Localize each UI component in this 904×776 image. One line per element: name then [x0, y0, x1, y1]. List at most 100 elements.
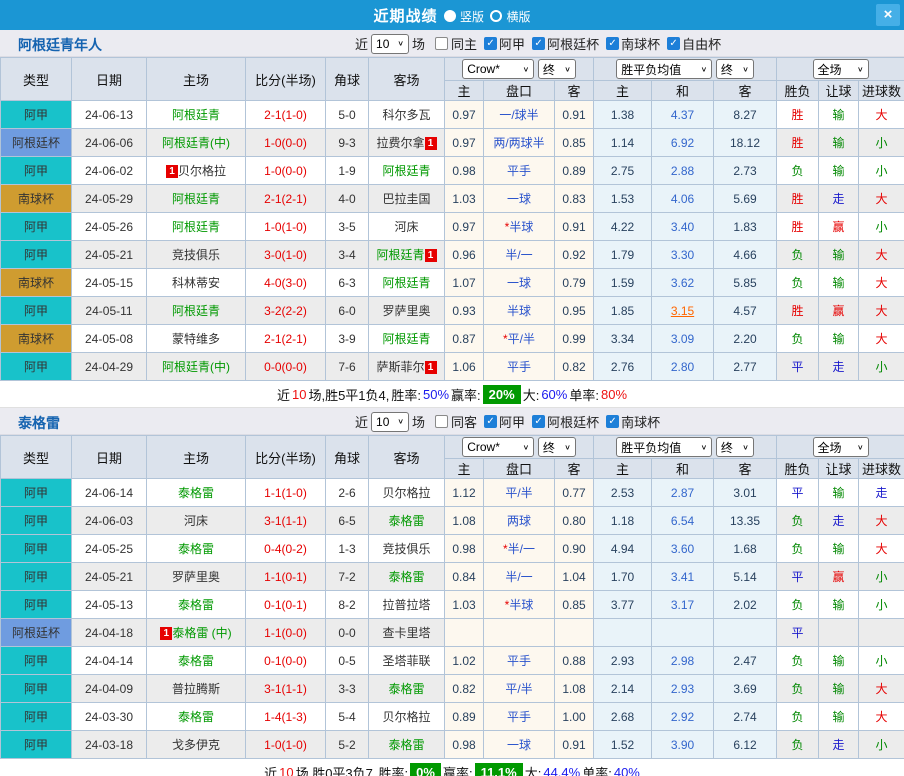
away-team: 泰格雷 [369, 563, 445, 591]
win-rate-label: 胜率: [391, 385, 421, 404]
handicap-result: 输 [819, 703, 859, 731]
avg-stage-select[interactable]: 终∨ [716, 59, 754, 79]
avg-home-odds: 1.52 [594, 731, 652, 759]
home-team: 科林蒂安 [147, 269, 246, 297]
avg-draw-odds: 4.37 [652, 101, 714, 129]
avg-away-odds: 2.74 [714, 703, 777, 731]
league-checkbox[interactable]: ✓ [667, 37, 680, 50]
team-label: 贝尔格拉 [178, 164, 226, 178]
avg-home-odds: 3.34 [594, 325, 652, 353]
landscape-radio-label[interactable]: 横版 [506, 10, 530, 24]
summary-near-label: 近 [277, 385, 290, 404]
away-team: 查卡里塔 [369, 619, 445, 647]
league-checkbox-label[interactable]: 阿根廷杯 [547, 34, 599, 53]
team-label: 蒙特维多 [172, 332, 220, 346]
outcome-result: 平 [777, 479, 819, 507]
sections-container: 阿根廷青年人近10∨场同主✓阿甲✓阿根廷杯✓南球杯✓自由杯类型日期主场比分(半场… [0, 30, 904, 776]
chevron-down-icon: ∨ [857, 65, 864, 74]
games-count-select[interactable]: 10∨ [371, 412, 409, 432]
avg-stage-select[interactable]: 终∨ [716, 437, 754, 457]
chevron-down-icon: ∨ [564, 65, 571, 74]
league-checkbox-label[interactable]: 阿根廷杯 [547, 412, 599, 431]
summary-near-label: 近 [264, 763, 277, 776]
same-venue-checkbox[interactable] [435, 415, 448, 428]
avg-away-odds: 5.85 [714, 269, 777, 297]
league-checkbox[interactable]: ✓ [532, 37, 545, 50]
portrait-radio[interactable] [444, 10, 456, 22]
team-label: 河床 [394, 220, 418, 234]
outcome-result: 胜 [777, 297, 819, 325]
crown-handicap: 半/一 [484, 563, 555, 591]
league-checkbox-label[interactable]: 南球杯 [621, 412, 660, 431]
crown-home-odds: 0.82 [445, 675, 484, 703]
outcome-result: 胜 [777, 185, 819, 213]
games-count-select[interactable]: 10∨ [371, 34, 409, 54]
league-checkbox[interactable]: ✓ [484, 415, 497, 428]
crown-away-odds: 0.91 [555, 101, 594, 129]
crown-handicap: 平手 [484, 703, 555, 731]
league-checkbox-label[interactable]: 阿甲 [499, 412, 525, 431]
home-team: 泰格雷 [147, 591, 246, 619]
team-label: 泰格雷 [388, 738, 424, 752]
match-row: 阿甲24-06-03河床3-1(1-1)6-5泰格雷1.08两球0.801.18… [1, 507, 904, 535]
odds-stage-select[interactable]: 终∨ [538, 59, 576, 79]
handicap-result: 输 [819, 269, 859, 297]
team-label: 戈多伊克 [172, 738, 220, 752]
league-checkbox-label[interactable]: 自由杯 [682, 34, 721, 53]
bookmaker-select[interactable]: Crow*∨ [462, 437, 534, 457]
avg-draw-odds: 2.98 [652, 647, 714, 675]
match-scope-select[interactable]: 全场∨ [813, 437, 869, 457]
team-label: 河床 [184, 514, 208, 528]
league-checkbox[interactable]: ✓ [484, 37, 497, 50]
avg-home-odds: 2.68 [594, 703, 652, 731]
portrait-radio-label[interactable]: 竖版 [460, 10, 484, 24]
match-date: 24-03-30 [72, 703, 147, 731]
avg-away-odds: 2.47 [714, 647, 777, 675]
odds-stage-select[interactable]: 终∨ [538, 437, 576, 457]
avg-draw-odds: 2.88 [652, 157, 714, 185]
goals-result: 大 [859, 185, 904, 213]
league-badge: 阿甲 [1, 101, 72, 129]
league-checkbox-label[interactable]: 南球杯 [621, 34, 660, 53]
handicap-text: 半/一 [505, 570, 532, 584]
outcome-result: 胜 [777, 213, 819, 241]
outcome-result: 负 [777, 269, 819, 297]
league-checkbox[interactable]: ✓ [532, 415, 545, 428]
avg-odds-select[interactable]: 胜平负均值∨ [616, 59, 712, 79]
landscape-radio[interactable] [490, 10, 502, 22]
bookmaker-select[interactable]: Crow*∨ [462, 59, 534, 79]
avg-home-odds: 2.76 [594, 353, 652, 381]
corners: 1-3 [326, 535, 369, 563]
close-icon[interactable]: × [876, 4, 900, 26]
sub-column-header: 胜负 [777, 81, 819, 101]
sub-column-header: 盘口 [484, 81, 555, 101]
league-checkbox[interactable]: ✓ [606, 37, 619, 50]
league-badge: 阿甲 [1, 591, 72, 619]
corners: 0-0 [326, 619, 369, 647]
team-label: 竞技俱乐 [172, 248, 220, 262]
league-checkbox[interactable]: ✓ [606, 415, 619, 428]
handicap-text: 一球 [507, 276, 531, 290]
same-venue-checkbox[interactable] [435, 37, 448, 50]
games-label: 场 [412, 412, 425, 431]
team-filter-row: 泰格雷近10∨场同客✓阿甲✓阿根廷杯✓南球杯 [0, 408, 904, 435]
handicap-result: 走 [819, 507, 859, 535]
score: 0-1(0-1) [246, 591, 326, 619]
avg-away-odds: 1.68 [714, 535, 777, 563]
rank1-badge: 1 [425, 249, 437, 262]
match-row: 阿甲24-05-13泰格雷0-1(0-1)8-2拉普拉塔1.03*半球0.853… [1, 591, 904, 619]
avg-odds-select[interactable]: 胜平负均值∨ [616, 437, 712, 457]
league-checkbox-label[interactable]: 阿甲 [499, 34, 525, 53]
crown-home-odds: 0.84 [445, 563, 484, 591]
odds-stage-select-value: 终 [543, 61, 555, 78]
team-label: 科尔多瓦 [382, 108, 430, 122]
crown-handicap: 两球 [484, 507, 555, 535]
crown-handicap: 平手 [484, 157, 555, 185]
crown-handicap: *半球 [484, 591, 555, 619]
match-scope-select[interactable]: 全场∨ [813, 59, 869, 79]
team-label: 泰格雷 [388, 682, 424, 696]
goals-result: 大 [859, 535, 904, 563]
away-team: 竞技俱乐 [369, 535, 445, 563]
avg-draw-odds: 3.15 [652, 297, 714, 325]
match-date: 24-05-25 [72, 535, 147, 563]
